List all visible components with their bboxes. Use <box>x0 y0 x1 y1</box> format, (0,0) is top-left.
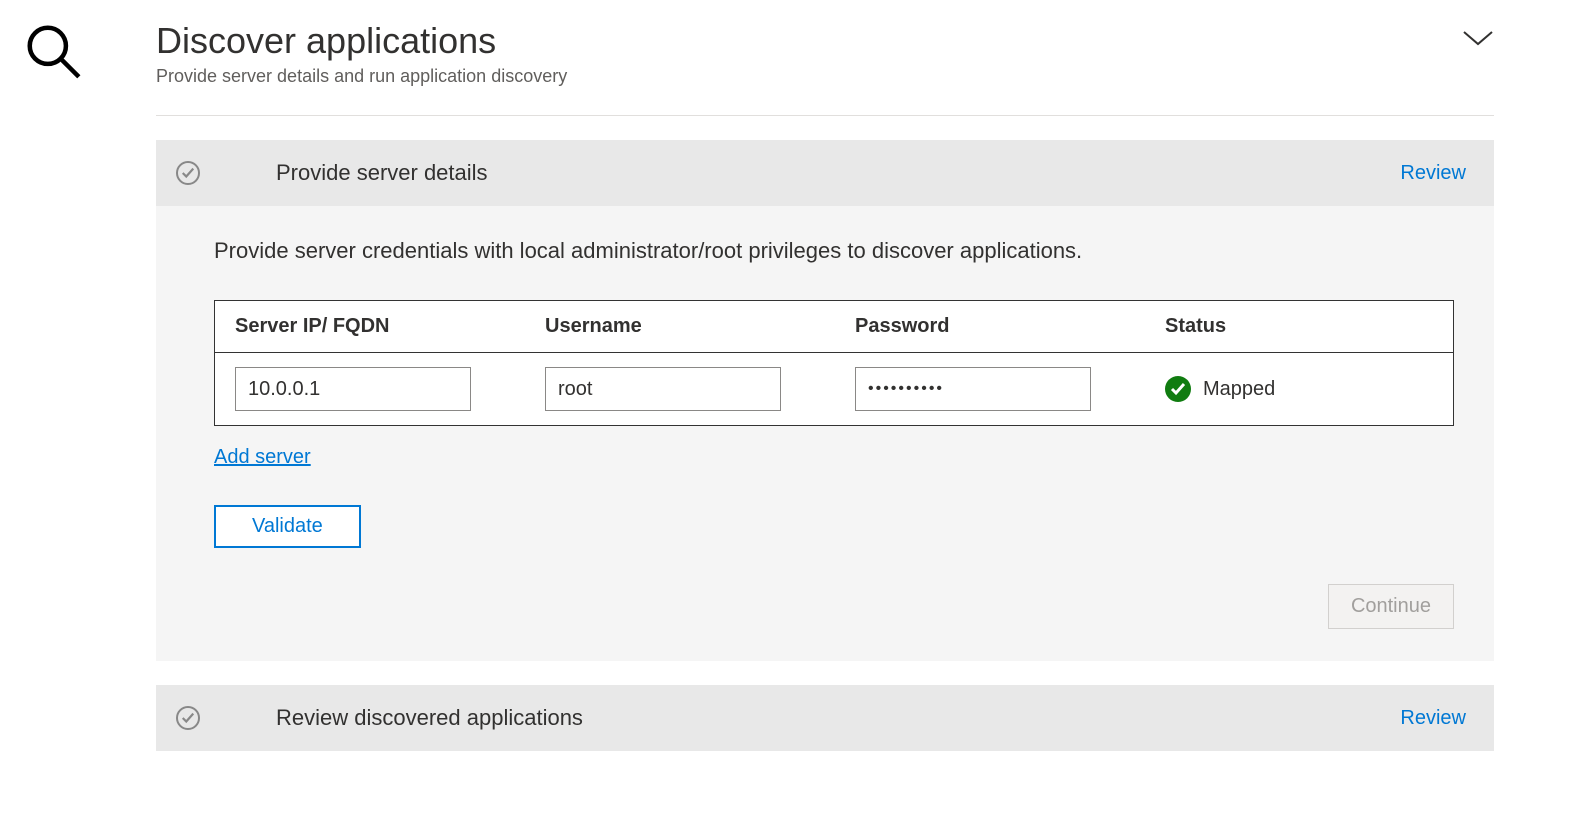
review-link[interactable]: Review <box>1400 162 1466 185</box>
server-ip-input[interactable] <box>235 367 471 411</box>
add-server-link[interactable]: Add server <box>214 446 311 469</box>
step-header: Review discovered applications Review <box>156 685 1494 751</box>
step-review-discovered-applications: Review discovered applications Review <box>156 685 1494 751</box>
col-header-username: Username <box>545 315 855 338</box>
review-link[interactable]: Review <box>1400 707 1466 730</box>
continue-button[interactable]: Continue <box>1328 584 1454 629</box>
search-icon <box>22 20 84 87</box>
status-text: Mapped <box>1203 378 1275 401</box>
step-title: Review discovered applications <box>276 705 1400 731</box>
check-circle-icon <box>176 706 200 730</box>
page-title: Discover applications <box>156 20 567 62</box>
password-input[interactable] <box>855 367 1091 411</box>
divider <box>156 115 1494 116</box>
step-title: Provide server details <box>276 160 1400 186</box>
server-table: Server IP/ FQDN Username Password Status <box>214 300 1454 426</box>
username-input[interactable] <box>545 367 781 411</box>
col-header-ip: Server IP/ FQDN <box>235 315 545 338</box>
table-row: Mapped <box>215 353 1453 425</box>
step-provide-server-details: Provide server details Review Provide se… <box>156 140 1494 661</box>
status-success-icon <box>1165 376 1191 402</box>
check-circle-icon <box>176 161 200 185</box>
step-header: Provide server details Review <box>156 140 1494 206</box>
instruction-text: Provide server credentials with local ad… <box>214 238 1454 264</box>
page-subtitle: Provide server details and run applicati… <box>156 66 567 87</box>
collapse-toggle[interactable] <box>1462 30 1494 53</box>
col-header-status: Status <box>1165 315 1433 338</box>
validate-button[interactable]: Validate <box>214 505 361 548</box>
col-header-password: Password <box>855 315 1165 338</box>
